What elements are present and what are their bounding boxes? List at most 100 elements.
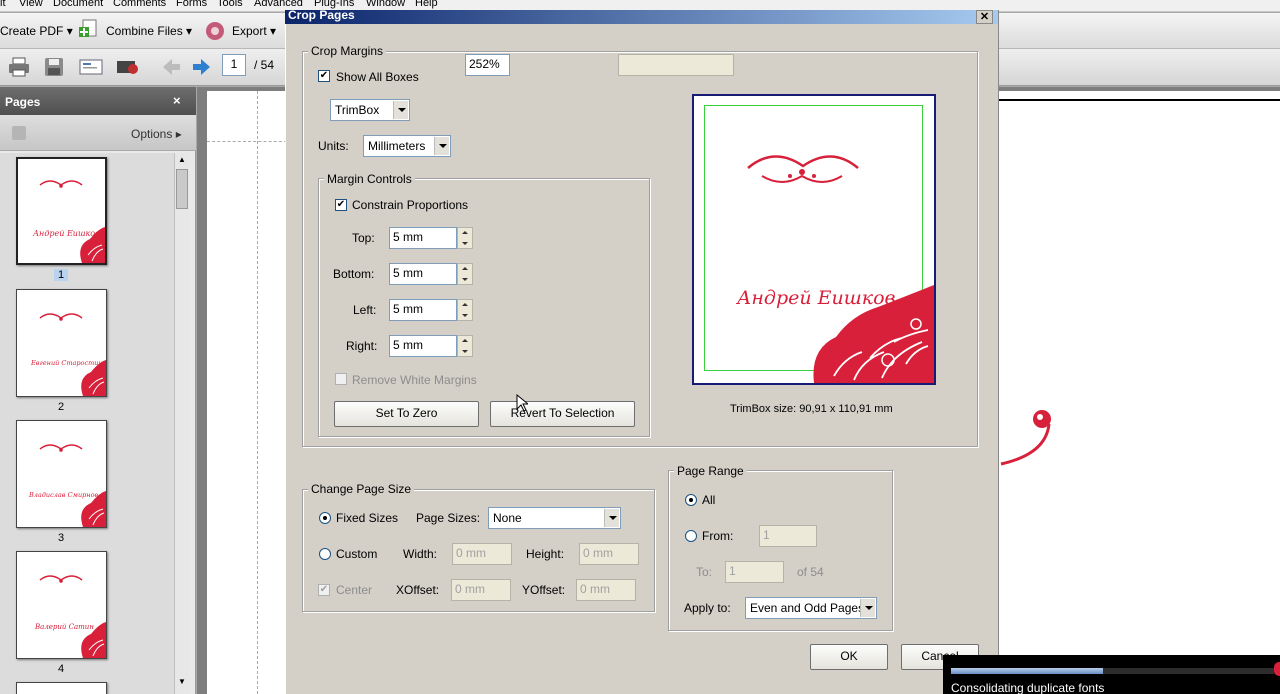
to-page-input[interactable]: 1 xyxy=(725,561,784,583)
toast-close-icon[interactable] xyxy=(1274,662,1280,676)
margin-controls-legend: Margin Controls xyxy=(324,172,415,186)
page-total-label: / 54 xyxy=(254,58,275,72)
close-panel-icon[interactable]: × xyxy=(173,93,181,108)
apply-to-value: Even and Odd Pages xyxy=(750,601,865,615)
page-sizes-value: None xyxy=(493,511,522,525)
yoffset-input[interactable]: 0 mm xyxy=(576,579,636,601)
pages-panel-title: Pages xyxy=(5,95,41,109)
chevron-down-icon xyxy=(434,137,449,155)
print-icon[interactable] xyxy=(8,57,30,77)
revert-to-selection-button[interactable]: Revert To Selection xyxy=(490,401,635,427)
menu-item-tools[interactable]: Tools xyxy=(217,0,243,9)
thumbnails-list: Андрей Еишков 1 Евгений Старостин 2 Влад… xyxy=(0,153,174,694)
bottom-margin-label: Bottom: xyxy=(333,267,375,281)
create-pdf-button[interactable]: Create PDF ▾ xyxy=(0,24,73,38)
thumbnail-name-text: Валерий Сатин xyxy=(34,623,94,631)
menu-item-forms[interactable]: Forms xyxy=(176,0,207,9)
to-label: To: xyxy=(696,565,713,579)
right-margin-input[interactable]: 5 mm xyxy=(389,335,457,357)
crop-margins-legend: Crop Margins xyxy=(308,44,387,58)
right-margin-stepper[interactable] xyxy=(457,335,473,357)
export-button[interactable]: Export ▾ xyxy=(232,24,276,38)
fixed-sizes-radio[interactable] xyxy=(319,512,331,524)
page-ornament-fragment xyxy=(997,91,1280,466)
email-icon[interactable] xyxy=(79,57,103,77)
from-page-input[interactable]: 1 xyxy=(759,525,817,547)
page-thumbnail-4[interactable]: Валерий Сатин xyxy=(16,551,107,659)
bottom-margin-stepper[interactable] xyxy=(457,263,473,285)
dialog-close-icon[interactable]: ✕ xyxy=(976,10,993,24)
page-thumbnail-3[interactable]: Владислав Смирнов xyxy=(16,420,107,528)
top-margin-stepper[interactable] xyxy=(457,227,473,249)
page-sizes-label: Page Sizes: xyxy=(416,511,481,525)
custom-size-radio[interactable] xyxy=(319,548,331,560)
menu-item-document[interactable]: Document xyxy=(53,0,103,9)
page-sizes-select[interactable]: None xyxy=(488,507,621,529)
set-to-zero-button[interactable]: Set To Zero xyxy=(334,401,479,427)
width-input[interactable]: 0 mm xyxy=(452,543,512,565)
units-select[interactable]: Millimeters xyxy=(363,135,451,157)
menu-item-help[interactable]: Help xyxy=(415,0,438,9)
left-margin-stepper[interactable] xyxy=(457,299,473,321)
menu-item-comments[interactable]: Comments xyxy=(113,0,166,9)
next-page-icon[interactable] xyxy=(191,57,213,77)
bottom-margin-input[interactable]: 5 mm xyxy=(389,263,457,285)
export-icon xyxy=(204,20,226,40)
center-checkbox[interactable]: ✔ xyxy=(318,584,330,596)
left-margin-input[interactable]: 5 mm xyxy=(389,299,457,321)
remove-white-margins-checkbox[interactable] xyxy=(335,373,347,385)
center-label: Center xyxy=(336,583,373,597)
show-all-boxes-checkbox[interactable]: ✔ xyxy=(318,70,330,82)
crop-guide-line xyxy=(207,141,287,142)
all-pages-label: All xyxy=(702,493,716,507)
menu-item-view[interactable]: View xyxy=(19,0,43,9)
xoffset-label: XOffset: xyxy=(396,583,440,597)
menu-item-window[interactable]: Window xyxy=(366,0,405,9)
menu-item-edit[interactable]: it xyxy=(0,0,6,9)
crop-guide-line xyxy=(257,91,258,694)
page-number-input[interactable]: 1 xyxy=(222,54,246,76)
dialog-title: Crop Pages xyxy=(288,8,355,22)
page-thumbnail-1[interactable]: Андрей Еишков xyxy=(16,157,107,265)
save-icon[interactable] xyxy=(44,57,66,77)
options-button[interactable]: Options ▸ xyxy=(131,127,182,141)
export-label: Export xyxy=(232,24,267,38)
page-thumbnail-5[interactable] xyxy=(16,682,107,694)
box-type-select[interactable]: TrimBox xyxy=(330,99,410,121)
previous-page-icon[interactable] xyxy=(160,57,182,77)
top-margin-input[interactable]: 5 mm xyxy=(389,227,457,249)
thumbnails-scrollbar[interactable]: ▲ ▼ xyxy=(174,153,189,694)
apply-to-select[interactable]: Even and Odd Pages xyxy=(745,597,877,619)
units-value: Millimeters xyxy=(368,139,426,153)
left-margin-label: Left: xyxy=(353,303,377,317)
chevron-down-icon xyxy=(393,101,408,119)
width-label: Width: xyxy=(403,547,438,561)
all-pages-radio[interactable] xyxy=(685,494,697,506)
secure-icon[interactable] xyxy=(116,57,138,77)
height-label: Height: xyxy=(526,547,565,561)
combine-files-label: Combine Files xyxy=(106,24,183,38)
progress-status-text: Consolidating duplicate fonts xyxy=(951,681,1105,694)
height-input[interactable]: 0 mm xyxy=(579,543,639,565)
scroll-up-icon[interactable]: ▲ xyxy=(176,155,188,167)
trash-icon[interactable] xyxy=(12,126,26,140)
page-number-label: 3 xyxy=(57,532,65,544)
thumbnail-name-text: Евгений Старостин xyxy=(30,359,103,367)
pages-panel: Pages × Options ▸ Андрей Еишков 1 Евгени… xyxy=(0,87,196,694)
page-number-label: 4 xyxy=(57,663,65,675)
chevron-down-icon xyxy=(604,509,619,527)
combine-files-button[interactable]: Combine Files ▾ xyxy=(106,24,192,38)
ok-button[interactable]: OK xyxy=(810,644,888,670)
of-total-label: of 54 xyxy=(797,565,824,579)
constrain-proportions-checkbox[interactable]: ✔ xyxy=(335,199,347,211)
progress-bar-fill xyxy=(951,668,1103,674)
scrollbar-thumb[interactable] xyxy=(176,169,188,209)
page-thumbnail-2[interactable]: Евгений Старостин xyxy=(16,289,107,397)
xoffset-input[interactable]: 0 mm xyxy=(451,579,511,601)
zoom-field[interactable]: 252% xyxy=(465,54,510,76)
from-pages-radio[interactable] xyxy=(685,530,697,542)
options-label: Options xyxy=(131,127,173,141)
scroll-down-icon[interactable]: ▼ xyxy=(176,677,188,689)
units-label: Units: xyxy=(318,139,349,153)
create-pdf-label: Create PDF xyxy=(0,24,64,38)
